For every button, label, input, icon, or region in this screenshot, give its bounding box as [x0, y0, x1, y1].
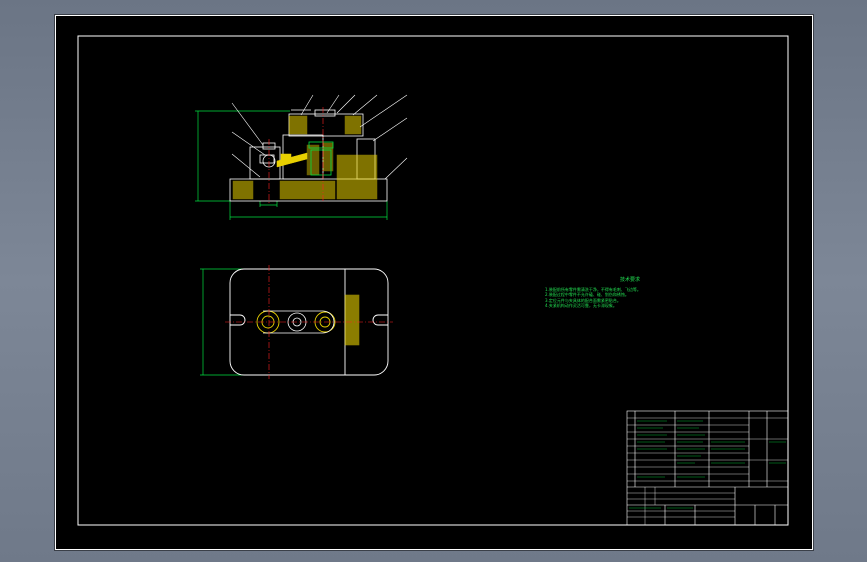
cad-viewport[interactable]: 技术要求 1.装配前所有零件需清洗干净，不得有毛刺、飞边等。 2.装配过程中零件… [54, 14, 814, 551]
technical-requirements: 技术要求 1.装配前所有零件需清洗干净，不得有毛刺、飞边等。 2.装配过程中零件… [545, 277, 745, 309]
front-section-view [195, 94, 408, 220]
technical-requirement-line: 4.夹紧机构动作灵活可靠，无卡滞现象。 [545, 303, 617, 309]
technical-requirements-title: 技术要求 [619, 277, 640, 283]
title-block-rows [627, 417, 788, 525]
top-plan-view [200, 265, 393, 379]
title-block-green-fill [629, 420, 786, 509]
